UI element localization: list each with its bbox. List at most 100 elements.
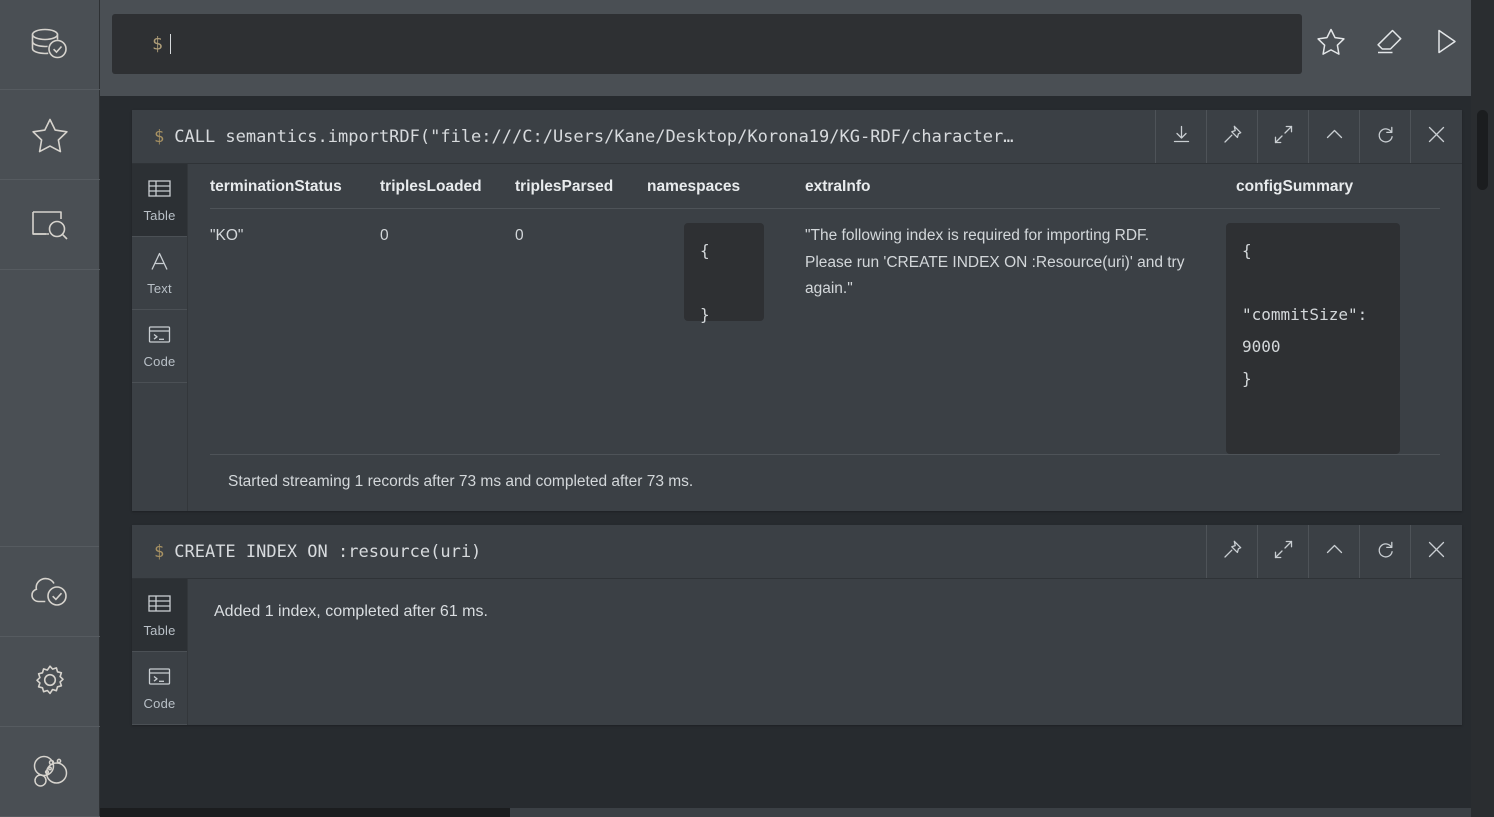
frame-tab-table[interactable]: Table [132, 579, 187, 652]
frame-body: Table Text Code terminationStatus triple… [132, 164, 1462, 511]
frame-header: $ CALL semantics.importRDF("file:///C:/U… [132, 110, 1462, 164]
query-editor-bar: $ [100, 0, 1494, 96]
configsummary-json: { "commitSize": 9000 } [1226, 223, 1400, 454]
result-frames-stream: $ CALL semantics.importRDF("file:///C:/U… [100, 96, 1494, 817]
frame-view-content: Added 1 index, completed after 61 ms. [188, 579, 1462, 725]
sidebar-item-about[interactable] [0, 727, 100, 817]
frame-tab-code[interactable]: Code [132, 310, 187, 383]
frame-tab-label: Text [147, 280, 172, 296]
frame-tab-label: Code [143, 353, 176, 369]
editor-favorite-button[interactable] [1302, 14, 1360, 74]
frame-tab-code[interactable]: Code [132, 652, 187, 725]
frame-tab-table[interactable]: Table [132, 164, 187, 237]
frame-close-button[interactable] [1411, 525, 1462, 578]
database-check-icon [29, 27, 71, 63]
cloud-check-icon [29, 575, 71, 609]
pin-icon [1222, 539, 1243, 565]
column-header-extrainfo[interactable]: extraInfo [772, 178, 1204, 196]
editor-clear-button[interactable] [1360, 14, 1418, 74]
sidebar-item-project-files[interactable] [0, 180, 100, 270]
frame-collapse-button[interactable] [1309, 110, 1360, 163]
frame-download-button[interactable] [1156, 110, 1207, 163]
editor-actions [1302, 14, 1476, 74]
column-header-terminationstatus[interactable]: terminationStatus [210, 178, 380, 196]
frame-pin-button[interactable] [1207, 525, 1258, 578]
left-sidebar [0, 0, 100, 817]
editor-caret [170, 34, 171, 54]
frame-rerun-button[interactable] [1360, 110, 1411, 163]
sidebar-item-favorites[interactable] [0, 90, 100, 180]
table-row: "KO" 0 0 { } "The following index is req… [210, 209, 1440, 455]
table-header-row: terminationStatus triplesLoaded triplesP… [210, 164, 1440, 209]
results-table: terminationStatus triplesLoaded triplesP… [188, 164, 1462, 455]
download-icon [1171, 124, 1192, 150]
frame-command-text: CREATE INDEX ON :resource(uri) [174, 541, 482, 562]
query-editor-input[interactable]: $ [112, 14, 1302, 74]
cell-configsummary: { "commitSize": 9000 } [1204, 223, 1440, 454]
editor-run-button[interactable] [1418, 14, 1476, 74]
frame-close-button[interactable] [1411, 110, 1462, 163]
result-frame-importrdf: $ CALL semantics.importRDF("file:///C:/U… [132, 110, 1462, 511]
code-icon [147, 324, 172, 348]
code-icon [147, 666, 172, 690]
frame-status-bar: Started streaming 1 records after 73 ms … [188, 455, 1462, 511]
frame-tab-label: Table [143, 622, 176, 638]
table-icon [147, 593, 172, 617]
frame-header: $ CREATE INDEX ON :resource(uri) [132, 525, 1462, 579]
project-files-icon [30, 208, 70, 242]
frame-command[interactable]: $ CALL semantics.importRDF("file:///C:/U… [132, 110, 1156, 163]
gear-icon [30, 663, 70, 701]
cell-terminationstatus: "KO" [210, 227, 244, 244]
frame-pin-button[interactable] [1207, 110, 1258, 163]
frame-prompt: $ [154, 541, 165, 562]
frame-command[interactable]: $ CREATE INDEX ON :resource(uri) [132, 525, 1207, 578]
frame-tab-text[interactable]: Text [132, 237, 187, 310]
vertical-scrollbar-thumb[interactable] [1477, 110, 1488, 190]
column-header-triplesparsed[interactable]: triplesParsed [515, 178, 647, 196]
frame-expand-button[interactable] [1258, 110, 1309, 163]
sidebar-item-cloud[interactable] [0, 547, 100, 637]
text-icon [147, 251, 172, 275]
frame-tab-label: Code [143, 695, 176, 711]
frame-result-message: Added 1 index, completed after 61 ms. [214, 603, 488, 620]
expand-icon [1273, 124, 1294, 150]
column-header-namespaces[interactable]: namespaces [647, 178, 772, 196]
frame-command-text: CALL semantics.importRDF("file:///C:/Use… [174, 126, 1014, 147]
vertical-scrollbar[interactable] [1471, 0, 1494, 817]
close-icon [1426, 124, 1447, 150]
frame-tab-label: Table [143, 207, 176, 223]
result-frame-createindex: $ CREATE INDEX ON :resource(uri) Table C… [132, 525, 1462, 725]
sidebar-item-settings[interactable] [0, 637, 100, 727]
cell-extrainfo: "The following index is required for imp… [805, 227, 1185, 298]
play-icon [1432, 27, 1462, 61]
frame-collapse-button[interactable] [1309, 525, 1360, 578]
close-icon [1426, 539, 1447, 565]
column-header-configsummary[interactable]: configSummary [1204, 178, 1440, 196]
frame-rerun-button[interactable] [1360, 525, 1411, 578]
rerun-icon [1375, 539, 1396, 565]
cell-namespaces: { } [647, 223, 772, 454]
pin-icon [1222, 124, 1243, 150]
rerun-icon [1375, 124, 1396, 150]
chevron-up-icon [1324, 539, 1345, 565]
expand-icon [1273, 539, 1294, 565]
star-icon [1316, 27, 1346, 61]
editor-prompt: $ [152, 33, 163, 55]
neo4j-browser-window: $ $ CALL semantics.importRDF("file:///C:… [0, 0, 1494, 817]
horizontal-scrollbar-thumb[interactable] [100, 808, 510, 817]
frame-view-tabs: Table Text Code [132, 164, 188, 511]
frame-view-tabs: Table Code [132, 579, 188, 725]
frame-view-content: terminationStatus triplesLoaded triplesP… [188, 164, 1462, 511]
frame-body: Table Code Added 1 index, completed afte… [132, 579, 1462, 725]
horizontal-scrollbar[interactable] [100, 808, 1471, 817]
sidebar-spacer [0, 270, 99, 547]
star-icon [30, 116, 70, 154]
about-bubbles-icon [29, 753, 71, 791]
column-header-triplesloaded[interactable]: triplesLoaded [380, 178, 515, 196]
frame-expand-button[interactable] [1258, 525, 1309, 578]
chevron-up-icon [1324, 124, 1345, 150]
table-icon [147, 178, 172, 202]
sidebar-item-database[interactable] [0, 0, 100, 90]
main-area: $ $ CALL semantics.importRDF("file:///C:… [100, 0, 1494, 817]
cell-triplesparsed: 0 [515, 227, 524, 244]
